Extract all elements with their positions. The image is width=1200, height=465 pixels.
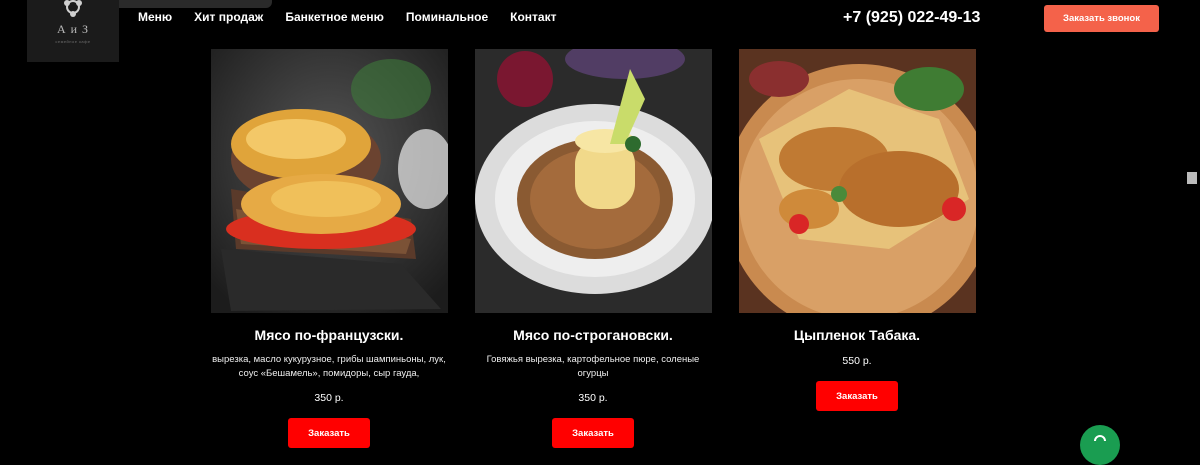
logo-text: А и З [56, 22, 90, 36]
dish-photo [210, 49, 448, 313]
dish-name: Мясо по-французски. [254, 327, 404, 343]
dish-card-chicken-tabaka: Цыпленок Табака. 550 р. Заказать [707, 49, 1007, 411]
dish-name: Цыпленок Табака. [793, 327, 921, 343]
whatsapp-button[interactable] [1080, 425, 1120, 465]
order-button[interactable]: Заказать [552, 418, 634, 448]
logo[interactable]: А и З семейное кафе [27, 0, 119, 62]
flower-ornament-icon [64, 0, 82, 17]
request-call-button[interactable]: Заказать звонок [1044, 5, 1159, 32]
nav-bestsellers[interactable]: Хит продаж [194, 10, 263, 24]
dish-card-stroganoff: Мясо по-строгановски. Говяжья вырезка, к… [443, 49, 743, 448]
main-nav: Меню Хит продаж Банкетное меню Поминальн… [138, 10, 556, 24]
dish-description: вырезка, масло кукурузное, грибы шампинь… [212, 354, 446, 379]
whatsapp-icon [1094, 435, 1106, 441]
dish-photo [474, 49, 712, 313]
nav-memorial[interactable]: Поминальное [406, 10, 488, 24]
order-button[interactable]: Заказать [816, 381, 898, 411]
dish-description: Говяжья вырезка, картофельное пюре, соле… [486, 354, 700, 379]
nav-menu[interactable]: Меню [138, 10, 172, 24]
dish-price: 550 р. [842, 355, 872, 367]
dish-price: 350 р. [578, 392, 608, 404]
dish-name: Мясо по-строгановски. [513, 327, 673, 343]
nav-banquet-menu[interactable]: Банкетное меню [285, 10, 384, 24]
nav-contact[interactable]: Контакт [510, 10, 556, 24]
phone-number[interactable]: +7 (925) 022-49-13 [843, 9, 980, 27]
dish-price: 350 р. [314, 392, 344, 404]
order-button[interactable]: Заказать [288, 418, 370, 448]
scrollbar-thumb[interactable] [1187, 172, 1197, 184]
logo-subtitle: семейное кафе [55, 39, 91, 44]
dish-card-french-meat: Мясо по-французски. вырезка, масло кукур… [179, 49, 479, 448]
dish-photo [738, 49, 976, 313]
